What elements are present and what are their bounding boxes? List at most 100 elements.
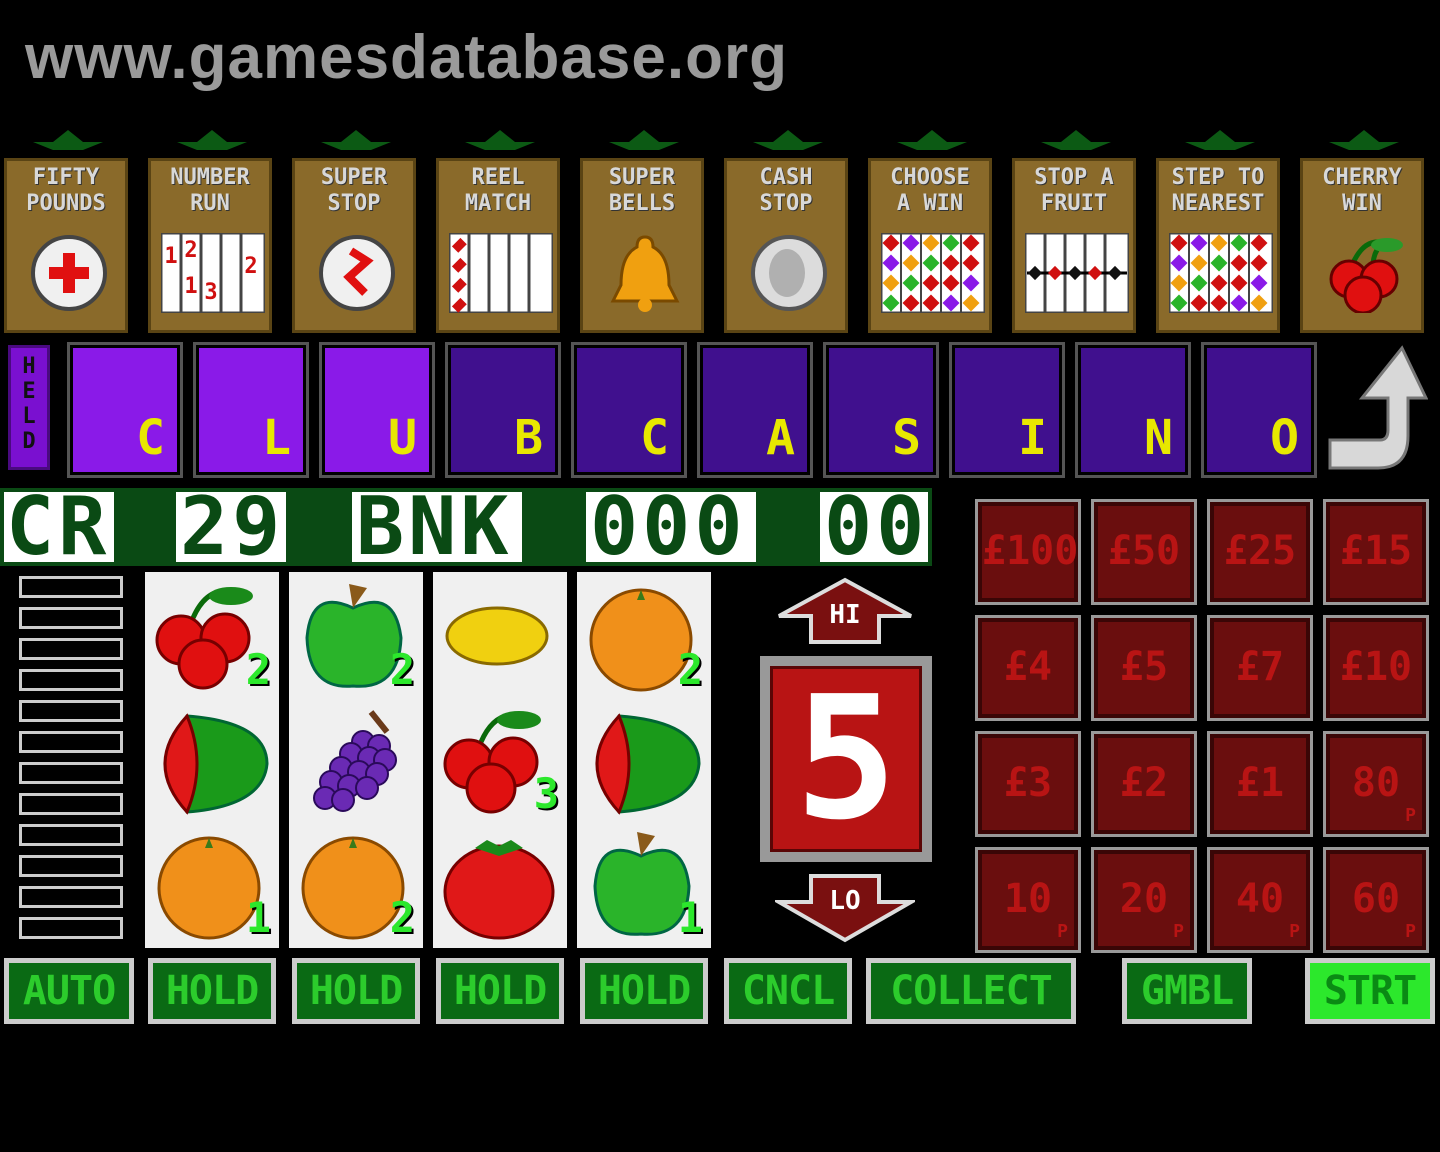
number-run-digit: 1 bbox=[164, 244, 177, 269]
prize-value: £2 bbox=[1119, 760, 1169, 806]
hold-button-label: HOLD bbox=[297, 963, 415, 1019]
hold-button-1[interactable]: HOLD bbox=[148, 958, 276, 1024]
feature-pointer-icon bbox=[465, 130, 535, 150]
hi-label: HI bbox=[829, 600, 861, 630]
reel-1: 21 bbox=[145, 572, 279, 948]
gamble-button-label: GMBL bbox=[1127, 963, 1247, 1019]
bank-value: 000 bbox=[590, 480, 747, 573]
feature-label: NUMBER RUN bbox=[170, 165, 250, 216]
ladder-rung bbox=[19, 669, 123, 691]
ladder-rung bbox=[19, 793, 123, 815]
silver-coin-icon bbox=[751, 235, 827, 311]
trail-letter: I bbox=[949, 342, 1065, 478]
hold-button-label: HOLD bbox=[441, 963, 559, 1019]
ladder-rung bbox=[19, 917, 123, 939]
feature-pointer-icon bbox=[609, 130, 679, 150]
trail-letter-char: C bbox=[136, 410, 165, 466]
trail-letter: C bbox=[571, 342, 687, 478]
trail-return-arrow-icon bbox=[1328, 345, 1428, 470]
prize-value: £4 bbox=[1003, 644, 1053, 690]
collect-button[interactable]: COLLECT bbox=[866, 958, 1076, 1024]
feature-label: CHERRY WIN bbox=[1322, 165, 1402, 216]
prize-value: 40 bbox=[1235, 876, 1285, 922]
prize-value: 80 bbox=[1351, 760, 1401, 806]
cherry-icon bbox=[1329, 238, 1403, 315]
prize-value: 60 bbox=[1351, 876, 1401, 922]
prize-box: £4 bbox=[975, 615, 1081, 721]
grapes-icon bbox=[313, 710, 397, 812]
prize-value: £10 bbox=[1339, 644, 1413, 690]
hold-button-4[interactable]: HOLD bbox=[580, 958, 708, 1024]
prize-pence-mark: P bbox=[1173, 921, 1184, 942]
feature-panel-2: NUMBER RUN 1 2 1 3 2 bbox=[148, 158, 272, 333]
prize-value: £5 bbox=[1119, 644, 1169, 690]
hold-button-2[interactable]: HOLD bbox=[292, 958, 420, 1024]
prize-value: £100 bbox=[982, 528, 1079, 574]
auto-button-label: AUTO bbox=[9, 963, 129, 1019]
melon-icon bbox=[595, 713, 701, 815]
prize-box: 10 P bbox=[975, 847, 1081, 953]
gamble-card[interactable]: 5 bbox=[760, 656, 932, 862]
feature-panel-1: FIFTY POUNDS bbox=[4, 158, 128, 333]
feature-panel-9: STEP TO NEAREST bbox=[1156, 158, 1280, 333]
reel-4: 21 bbox=[577, 572, 711, 948]
gamble-button[interactable]: GMBL bbox=[1122, 958, 1252, 1024]
feature-panel-10: CHERRY WIN bbox=[1300, 158, 1424, 333]
trail-letter-char: I bbox=[1018, 410, 1047, 466]
feature-pointer-icon bbox=[1185, 130, 1255, 150]
reel-match-icon bbox=[447, 231, 555, 315]
prize-value: £7 bbox=[1235, 644, 1285, 690]
reel-symbol: 2 bbox=[579, 578, 709, 698]
prize-pence-mark: P bbox=[1405, 805, 1416, 826]
collect-button-label: COLLECT bbox=[871, 963, 1071, 1019]
watermark: www.gamesdatabase.org bbox=[25, 23, 788, 92]
trail-letter: S bbox=[823, 342, 939, 478]
super-stop-coin-icon bbox=[319, 235, 395, 311]
feature-label: CASH STOP bbox=[759, 165, 813, 216]
bell-icon bbox=[610, 235, 680, 312]
feature-pointer-icon bbox=[897, 130, 967, 150]
cancel-button[interactable]: CNCL bbox=[724, 958, 852, 1024]
trail-letter-char: S bbox=[892, 410, 921, 466]
auto-button[interactable]: AUTO bbox=[4, 958, 134, 1024]
trail-letter-char: C bbox=[640, 410, 669, 466]
prize-value: £25 bbox=[1223, 528, 1297, 574]
ladder-rung bbox=[19, 824, 123, 846]
reel-symbol: 1 bbox=[147, 826, 277, 946]
symbol-multiplier: 2 bbox=[677, 645, 703, 694]
start-button[interactable]: STRT bbox=[1305, 958, 1435, 1024]
hold-button-label: HOLD bbox=[153, 963, 271, 1019]
start-button-label: STRT bbox=[1310, 963, 1430, 1019]
prize-box: 80 P bbox=[1323, 731, 1429, 837]
number-run-digit: 2 bbox=[244, 254, 257, 279]
feature-panel-3: SUPER STOP bbox=[292, 158, 416, 333]
prize-value: £1 bbox=[1235, 760, 1285, 806]
ladder-rung bbox=[19, 886, 123, 908]
feature-pointer-icon bbox=[33, 130, 103, 150]
trail-letter-char: O bbox=[1270, 410, 1299, 466]
reel-symbol: 2 bbox=[147, 578, 277, 698]
feature-pointer-icon bbox=[177, 130, 247, 150]
credit-label: CR bbox=[6, 480, 111, 573]
reel-symbol: 2 bbox=[291, 578, 421, 698]
feature-panel-5: SUPER BELLS bbox=[580, 158, 704, 333]
symbol-multiplier: 1 bbox=[677, 893, 703, 942]
prize-pence-mark: P bbox=[1057, 921, 1068, 942]
held-indicator: HELD bbox=[8, 345, 50, 470]
trail-letter: O bbox=[1201, 342, 1317, 478]
prize-box: £5 bbox=[1091, 615, 1197, 721]
trail-letter: B bbox=[445, 342, 561, 478]
feature-label: CHOOSE A WIN bbox=[890, 165, 970, 216]
prize-value: £15 bbox=[1339, 528, 1413, 574]
reel-symbol bbox=[579, 702, 709, 822]
melon-icon bbox=[163, 713, 269, 815]
feature-label: STOP A FRUIT bbox=[1034, 165, 1114, 216]
prize-box: £15 bbox=[1323, 499, 1429, 605]
prize-pence-mark: P bbox=[1405, 921, 1416, 942]
hold-button-label: HOLD bbox=[585, 963, 703, 1019]
ladder-rung bbox=[19, 731, 123, 753]
feature-label: SUPER STOP bbox=[320, 165, 388, 216]
ladder-rung bbox=[19, 855, 123, 877]
feature-pointer-icon bbox=[1041, 130, 1111, 150]
hold-button-3[interactable]: HOLD bbox=[436, 958, 564, 1024]
